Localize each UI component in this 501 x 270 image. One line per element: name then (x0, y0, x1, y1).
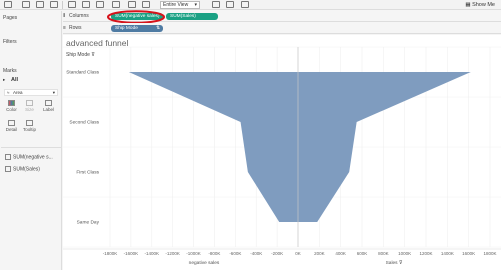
field-label: SUM(negative s... (13, 154, 53, 161)
marks-field-sales[interactable]: SUM(Sales) (5, 166, 40, 172)
detail-label: Detail (5, 127, 18, 132)
pin-icon[interactable] (142, 1, 150, 8)
x-tick-label: 1000K (398, 251, 411, 256)
label-button[interactable]: Label (40, 99, 57, 117)
area-mark-icon: ≈ (7, 90, 10, 95)
show-me-label: Show Me (472, 2, 495, 8)
marks-header: Marks (3, 68, 17, 74)
x-axis-title-negative-sales: negative sales (189, 260, 220, 266)
x-tick-label: -800K (208, 251, 220, 256)
color-button[interactable]: Color (3, 99, 20, 117)
save-icon[interactable] (50, 1, 58, 8)
x-tick-label: 1200K (419, 251, 432, 256)
tooltip-button[interactable]: Tooltip (21, 119, 38, 137)
left-panel: Pages Filters Marks ▸ All ≈ Area ▾ Color… (0, 11, 62, 270)
rows-shelf: ≡ Rows Ship Mode ⇅ (63, 23, 501, 34)
label-icon (45, 100, 52, 106)
filters-header: Filters (3, 39, 17, 45)
marks-all-label: All (11, 77, 19, 83)
x-tick-label: -1000K (186, 251, 201, 256)
red-highlight-circle (107, 10, 165, 24)
x-tick-label: -600K (229, 251, 241, 256)
x-tick-label: 1800K (483, 251, 496, 256)
x-tick-label: 400K (335, 251, 346, 256)
category-label: First Class (76, 170, 99, 176)
x-tick-label: 600K (357, 251, 368, 256)
chevron-down-icon: ▾ (52, 90, 55, 95)
present-icon[interactable] (212, 1, 220, 8)
detail-icon (8, 120, 15, 126)
sales-pill[interactable]: SUM(Sales) (166, 13, 218, 20)
sort-icon: ⇅ (155, 26, 160, 31)
marks-all[interactable]: ▸ All (1, 76, 61, 85)
field-icon (5, 154, 11, 160)
ship-mode-pill[interactable]: Ship Mode ⇅ (111, 25, 163, 32)
funnel-chart: Standard Class Second Class First Class Sam… (63, 46, 501, 266)
highlight-icon[interactable] (112, 1, 120, 8)
detail-button[interactable]: Detail (3, 119, 20, 137)
toolbar-divider (62, 1, 63, 9)
x-tick-label: -1600K (124, 251, 139, 256)
size-icon (26, 100, 33, 106)
marks-field-negative-sales[interactable]: SUM(negative s... (5, 154, 53, 160)
mark-type-value: Area (13, 90, 23, 95)
divider (1, 147, 61, 148)
x-axis-title-sales: Sales ⊽ (386, 260, 403, 266)
tooltip-icon (26, 120, 33, 126)
chevron-down-icon: ▾ (194, 2, 197, 8)
rows-label: Rows (69, 25, 82, 31)
x-tick-label: 200K (314, 251, 325, 256)
category-label: Standard Class (66, 70, 99, 76)
size-label: Size (25, 107, 34, 112)
label-icon[interactable] (128, 1, 136, 8)
x-tick-label: -1800K (103, 251, 118, 256)
label-label: Label (42, 107, 54, 112)
sort-ascending-icon[interactable] (96, 1, 104, 8)
x-tick-label: 0K (295, 251, 301, 256)
x-tick-label: 1600K (462, 251, 475, 256)
field-icon (5, 166, 11, 172)
show-me-button[interactable]: ▦ Show Me (465, 1, 495, 9)
fit-view-value: Entire View (163, 2, 189, 8)
columns-icon: ⦀ (63, 13, 66, 19)
category-label: Second Class (69, 120, 99, 126)
refresh-icon[interactable] (68, 1, 76, 8)
share-icon[interactable] (241, 1, 249, 8)
ship-mode-pill-label: Ship Mode (115, 26, 138, 31)
field-label: SUM(Sales) (13, 166, 40, 173)
fit-view-dropdown[interactable]: Entire View ▾ (160, 1, 200, 9)
x-tick-label: -200K (271, 251, 283, 256)
swap-icon[interactable] (82, 1, 90, 8)
pages-header: Pages (3, 15, 18, 21)
x-tick-label: -1200K (165, 251, 180, 256)
category-label: Same Day (77, 220, 100, 226)
x-tick-label: -400K (250, 251, 262, 256)
device-preview-icon[interactable] (226, 1, 234, 8)
sales-pill-label: SUM(Sales) (170, 14, 196, 19)
rows-icon: ≡ (63, 25, 66, 31)
x-tick-label: -1400K (145, 251, 160, 256)
columns-label: Columns (69, 13, 89, 19)
all-icon: ▸ (3, 77, 6, 82)
columns-shelf: ⦀ Columns SUM(negative sales) SUM(Sales) (63, 10, 501, 24)
x-tick-label: 800K (378, 251, 389, 256)
tableau-logo-icon[interactable] (4, 1, 12, 8)
view-canvas: advanced funnel Ship Mode ⊽ Standard Cla… (63, 35, 501, 270)
redo-icon[interactable] (36, 1, 44, 8)
toolbar: Entire View ▾ ▦ Show Me (0, 0, 501, 10)
color-icon (8, 100, 15, 106)
x-tick-label: 1400K (441, 251, 454, 256)
undo-icon[interactable] (22, 1, 30, 8)
tooltip-label: Tooltip (22, 127, 36, 132)
mark-type-dropdown[interactable]: ≈ Area ▾ (4, 89, 58, 96)
color-label: Color (6, 107, 17, 112)
size-button[interactable]: Size (21, 99, 38, 117)
